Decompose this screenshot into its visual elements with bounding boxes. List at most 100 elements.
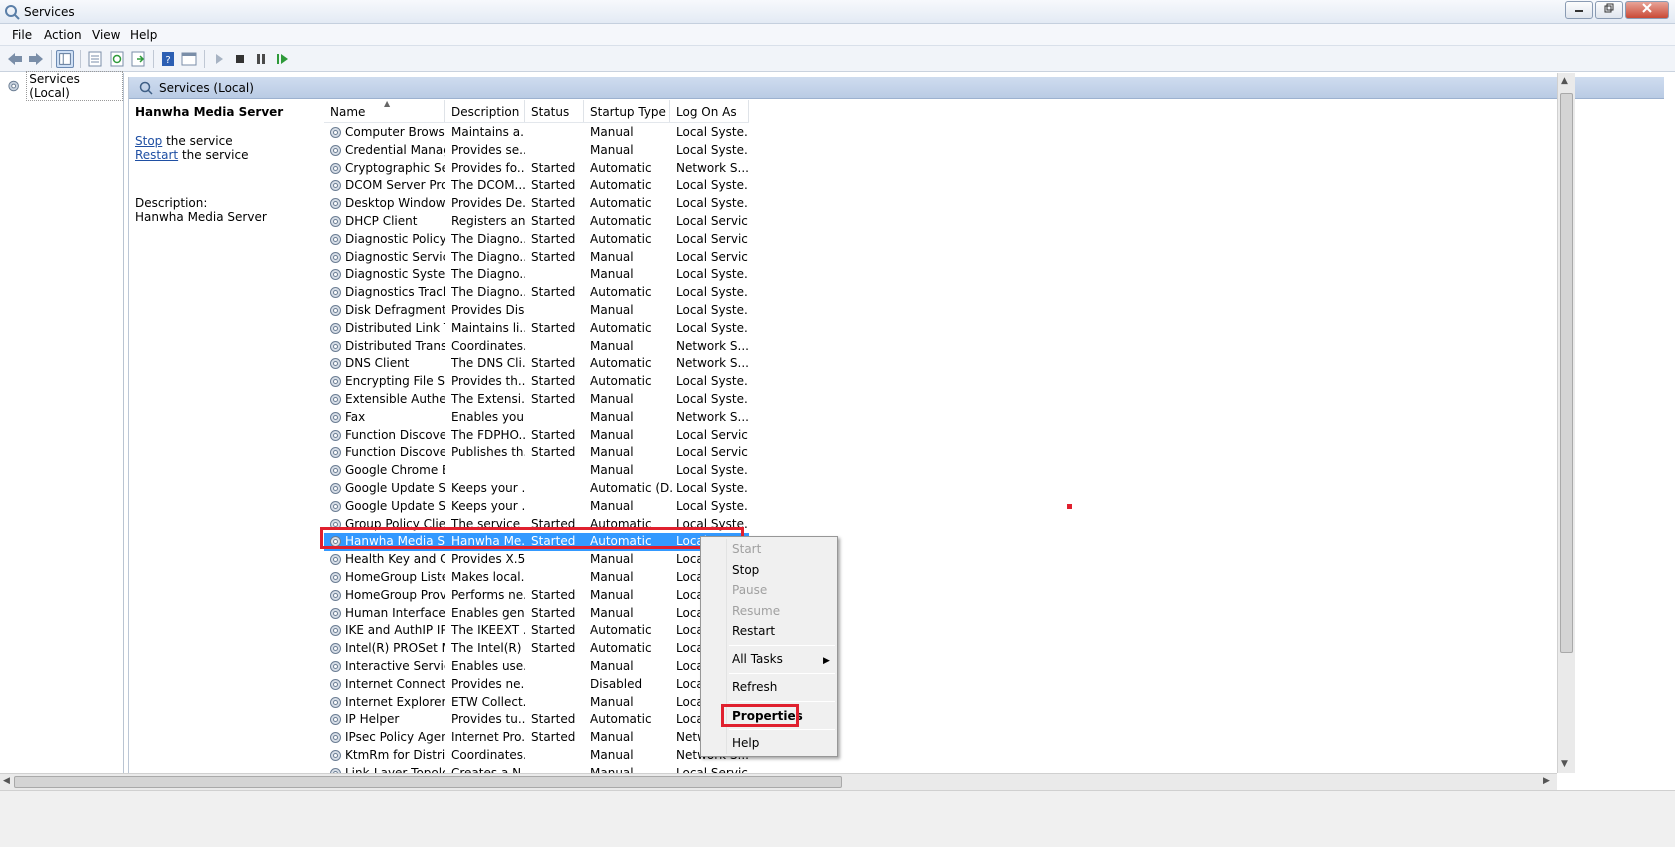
export-list-icon[interactable] [129,50,147,68]
service-description: Provides Dis... [451,302,525,317]
restart-service-icon[interactable] [273,50,291,68]
pause-service-icon[interactable] [252,50,270,68]
service-description: Provides se... [451,142,525,157]
stop-service-link[interactable]: Stop [135,134,162,148]
table-row[interactable]: Diagnostics Tracki... The Diagno... Starte… [324,284,749,302]
table-row[interactable]: Google Chrome El... Manual Local Syste... [324,462,749,480]
table-row[interactable]: DNS Client The DNS Cli... Started Automatic… [324,355,749,373]
service-name: Diagnostics Tracki... [345,285,445,300]
restore-button[interactable] [1595,1,1623,19]
help-icon[interactable]: ? [159,50,177,68]
service-log-on-as: Local Service [676,231,748,246]
console-icon[interactable] [180,50,198,68]
service-log-on-as: Local Syste... [676,480,748,495]
table-row[interactable]: Disk Defragmenter Provides Dis... Manual Lo… [324,302,749,320]
stop-service-icon[interactable] [231,50,249,68]
table-row[interactable]: IKE and AuthIP IPs... The IKEEXT ... Start… [324,622,749,640]
menu-help[interactable]: Help [130,28,157,42]
table-row[interactable]: Interactive Service... Enables use... Manu… [324,658,749,676]
table-row[interactable]: Diagnostic Service... The Diagno... Starte… [324,249,749,267]
table-row[interactable]: HomeGroup Liste...Makes local...ManualLo… [324,569,749,587]
column-header-name[interactable]: ▲ Name [324,99,445,122]
table-row[interactable]: HomeGroup Provi... Performs ne... Started M… [324,587,749,605]
search-services-icon [139,81,153,95]
vertical-scrollbar[interactable]: ▲ ▼ [1557,73,1575,773]
service-startup-type: Manual [590,587,634,602]
table-row[interactable]: Distributed Link Tr... Maintains li... Sta… [324,320,749,338]
service-startup-type: Automatic [590,285,652,300]
service-startup-type: Automatic [590,623,652,638]
column-header-startup-type[interactable]: Startup Type [584,100,670,122]
scroll-left-icon[interactable]: ◀ [3,776,10,786]
service-description: Keeps your ... [451,480,525,495]
description-label: Description: [135,196,208,210]
table-row[interactable]: Human Interface ... Enables gen... Started… [324,605,749,623]
table-row[interactable]: DCOM Server Pro... The DCOM... Started Auto… [324,177,749,195]
service-description: Enables you... [451,409,525,424]
table-row[interactable]: Function Discover... Publishes th... Start… [324,444,749,462]
service-name: HomeGroup Liste... [345,569,445,584]
back-arrow-icon[interactable] [6,50,24,68]
table-row[interactable]: Health Key and Ce... Provides X.5... Manua… [324,551,749,569]
properties-sheet-icon[interactable] [86,50,104,68]
service-name: IKE and AuthIP IPs... [345,623,445,638]
menu-item-all-tasks[interactable]: All Tasks [732,652,783,666]
column-header-status[interactable]: Status [525,100,584,122]
table-row[interactable]: Google Update Se... Keeps your ... Manual L… [324,498,749,516]
horizontal-scrollbar[interactable]: ◀ ▶ [0,773,1557,790]
service-description: Internet Pro... [451,730,525,745]
table-row[interactable]: DHCP Client Registers an... Started Automat… [324,213,749,231]
table-row[interactable]: IPsec Policy Agent Internet Pro... Started… [324,729,749,747]
column-header-log-on-as[interactable]: Log On As [670,100,749,122]
close-button[interactable] [1625,1,1669,19]
minimize-button[interactable] [1565,1,1593,19]
menu-action[interactable]: Action [44,28,82,42]
service-gear-icon [328,659,343,674]
show-hide-console-tree-icon[interactable] [56,50,74,68]
scroll-up-icon[interactable]: ▲ [1561,76,1568,86]
menu-view[interactable]: View [92,28,120,42]
forward-arrow-icon[interactable] [27,50,45,68]
service-status: Started [531,356,576,371]
column-header-description[interactable]: Description [445,100,525,122]
refresh-icon[interactable] [108,50,126,68]
table-row[interactable]: Diagnostic Policy ... The Diagno... Starte… [324,231,749,249]
table-row[interactable]: Intel(R) PROSet M... The Intel(R) ... Star… [324,640,749,658]
table-row[interactable]: Distributed Transa... Coordinates... Manua… [324,338,749,356]
service-gear-icon [328,499,343,514]
table-row[interactable]: Credential Manager Provides se... Manual Lo… [324,142,749,160]
table-row[interactable]: Diagnostic System... The Diagno... Manual L… [324,266,749,284]
horizontal-scroll-thumb[interactable] [14,776,842,788]
service-description: The DNS Cli... [451,356,525,371]
vertical-scroll-thumb[interactable] [1560,93,1573,653]
service-status: Started [531,231,576,246]
service-description: Provides X.5... [451,552,525,567]
scroll-right-icon[interactable]: ▶ [1543,776,1550,786]
service-description: Coordinates... [451,747,525,762]
table-row[interactable]: Cryptographic Ser... Provides fo... Starte… [324,160,749,178]
menu-item-help[interactable]: Help [732,736,759,750]
menu-item-restart[interactable]: Restart [732,624,775,638]
table-row[interactable]: Fax Enables you... Manual Network S... [324,409,749,427]
tree-item-services-local[interactable]: Services (Local) [6,71,123,101]
table-row[interactable]: Computer Browser Maintains a... Manual Loca… [324,124,749,142]
menu-item-stop[interactable]: Stop [732,563,759,577]
menu-item-refresh[interactable]: Refresh [732,680,777,694]
table-row[interactable]: IP Helper Provides tu... Started Automatic L… [324,711,749,729]
table-row[interactable]: Extensible Authen... The Extensi... Starte… [324,391,749,409]
start-service-icon[interactable] [210,50,228,68]
service-name: Computer Browser [345,125,445,139]
table-row[interactable]: Function Discover... The FDPHO... Started M… [324,427,749,445]
table-row[interactable]: KtmRm for Distrib... Coordinates... Manual… [324,747,749,765]
service-description: The Diagno... [451,285,525,300]
table-row[interactable]: Internet Explorer E... ETW Collect... Manu… [324,694,749,712]
table-row[interactable]: Internet Connecti... Provides ne... Disabl… [324,676,749,694]
service-gear-icon [328,356,343,371]
restart-service-link[interactable]: Restart [135,148,178,162]
table-row[interactable]: Desktop Window ... Provides De... Started A… [324,195,749,213]
table-row[interactable]: Google Update Se... Keeps your ... Automat… [324,480,749,498]
menu-file[interactable]: File [12,28,32,42]
scroll-down-icon[interactable]: ▼ [1561,759,1568,769]
stop-service-line: Stop the service [135,134,233,148]
table-row[interactable]: Encrypting File Sy... Provides th... Start… [324,373,749,391]
